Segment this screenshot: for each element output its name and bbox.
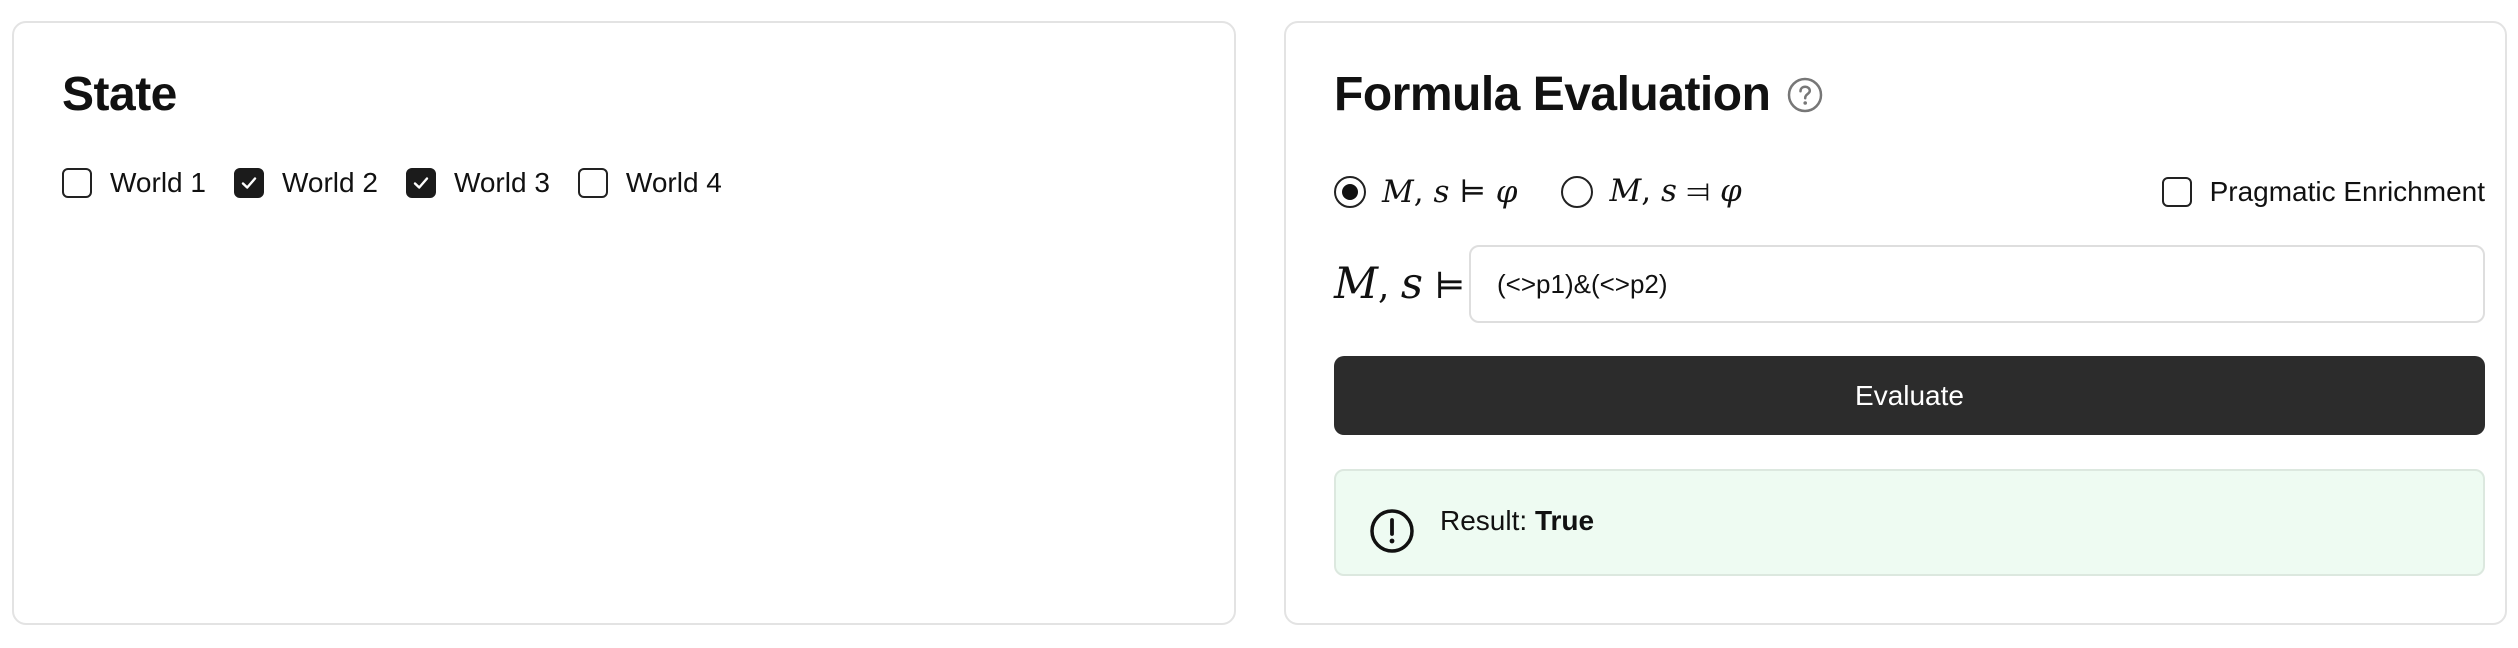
exclamation-circle-icon [1370,509,1414,553]
world-checkbox-list: World 1 World 2 World 3 World 4 [62,167,750,199]
checkmark-icon [413,177,429,189]
pragmatic-enrichment-checkbox[interactable] [2161,176,2192,207]
world-4-label: World 4 [625,167,722,198]
pragmatic-enrichment-option[interactable]: Pragmatic Enrichment [2161,175,2485,208]
world-1-checkbox[interactable] [62,168,92,198]
satisfies-radio[interactable] [1334,175,1366,208]
reverse-satisfies-radio-option[interactable]: M, s ⫤ φ [1561,173,1742,210]
formula-input[interactable] [1469,245,2485,323]
pragmatic-enrichment-label: Pragmatic Enrichment [2209,175,2485,207]
formula-input-row: M, s ⊨ [1334,245,2485,323]
world-4-checkbox[interactable] [577,168,608,198]
world-1-option[interactable]: World 1 [62,167,206,199]
state-title: State [62,68,177,121]
world-3-checkbox[interactable] [405,168,436,198]
reverse-satisfies-label: M, s ⫤ φ [1609,173,1742,209]
result-value: True [1534,505,1595,536]
result-alert: Result: True [1334,469,2485,576]
world-2-checkbox[interactable] [233,168,264,198]
question-circle-icon[interactable] [1786,76,1824,114]
state-panel: State World 1 World 2 World 3 World 4 [12,21,1236,625]
satisfies-label: M, s ⊨ φ [1382,173,1518,210]
evaluate-button[interactable]: Evaluate [1334,356,2485,435]
formula-evaluation-panel: Formula Evaluation M, s ⊨ φ M, s ⫤ φ Pra… [1284,21,2507,625]
formula-title-row: Formula Evaluation [1334,67,1824,122]
world-1-label: World 1 [110,167,206,198]
world-4-option[interactable]: World 4 [577,167,722,199]
formula-input-prefix: M, s ⊨ [1334,259,1466,309]
formula-title: Formula Evaluation [1334,68,1771,121]
world-2-label: World 2 [281,167,378,198]
reverse-satisfies-radio[interactable] [1561,175,1594,208]
result-label: Result: [1440,505,1528,536]
evaluation-mode-row: M, s ⊨ φ M, s ⫤ φ Pragmatic Enrichment [1334,173,2485,210]
world-3-label: World 3 [453,167,550,198]
world-3-option[interactable]: World 3 [405,167,550,199]
satisfies-radio-option[interactable]: M, s ⊨ φ [1334,174,1517,210]
checkmark-icon [241,177,257,189]
result-text: Result: True [1440,505,1594,537]
world-2-option[interactable]: World 2 [233,167,378,199]
